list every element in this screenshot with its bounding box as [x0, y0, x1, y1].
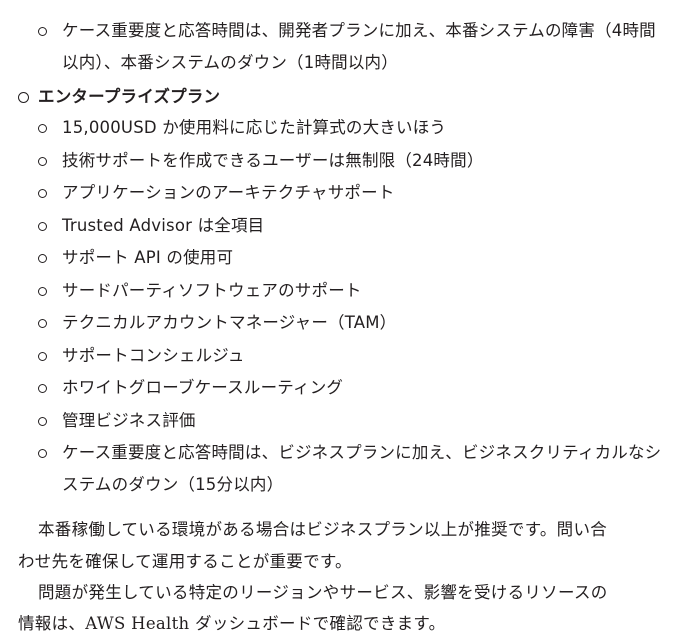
list-item-text: 技術サポートを作成できるユーザーは無制限（24時間）	[62, 151, 484, 170]
plan-heading: エンタープライズプラン	[38, 87, 221, 106]
list-item-text: サポート API の使用可	[62, 248, 234, 267]
list-item-text: ケース重要度と応答時間は、開発者プランに加え、本番システムの障害（4時間	[62, 21, 656, 40]
paragraph-line: わせ先を確保して運用することが重要です。	[18, 552, 352, 571]
bullet-icon	[18, 92, 29, 103]
list-item-text: 管理ビジネス評価	[62, 411, 196, 430]
sub-bullet-icon	[38, 27, 47, 36]
list-item-text: ステムのダウン（15分以内）	[62, 475, 284, 494]
list-item-text: テクニカルアカウントマネージャー（TAM）	[62, 313, 397, 332]
sub-bullet-icon	[38, 287, 47, 296]
document-page: ケース重要度と応答時間は、開発者プランに加え、本番システムの障害（4時間 以内）…	[0, 0, 681, 642]
sub-bullet-icon	[38, 189, 47, 198]
list-item-text: ホワイトグローブケースルーティング	[62, 378, 344, 397]
list-item-text: Trusted Advisor は全項目	[62, 216, 265, 235]
sub-bullet-icon	[38, 254, 47, 263]
list-item-text: サードパーティソフトウェアのサポート	[62, 281, 362, 300]
paragraph-line: 情報は、AWS Health ダッシュボードで確認できます。	[18, 614, 446, 633]
list-item-text: ケース重要度と応答時間は、ビジネスプランに加え、ビジネスクリティカルなシ	[62, 443, 662, 462]
sub-bullet-icon	[38, 449, 47, 458]
list-item-text: サポートコンシェルジュ	[62, 346, 245, 365]
paragraph-line: 問題が発生している特定のリージョンやサービス、影響を受けるリソースの	[38, 583, 608, 602]
list-item-text: アプリケーションのアーキテクチャサポート	[62, 183, 395, 202]
paragraph-line: 本番稼働している環境がある場合はビジネスプラン以上が推奨です。問い合	[38, 520, 608, 539]
sub-bullet-icon	[38, 417, 47, 426]
sub-bullet-icon	[38, 157, 47, 166]
sub-bullet-icon	[38, 352, 47, 361]
list-item-text: 以内）、本番システムのダウン（1時間以内）	[62, 53, 398, 72]
sub-bullet-icon	[38, 124, 47, 133]
sub-bullet-icon	[38, 222, 47, 231]
sub-bullet-icon	[38, 319, 47, 328]
sub-bullet-icon	[38, 384, 47, 393]
list-item-text: 15,000USD か使用料に応じた計算式の大きいほう	[62, 118, 447, 137]
